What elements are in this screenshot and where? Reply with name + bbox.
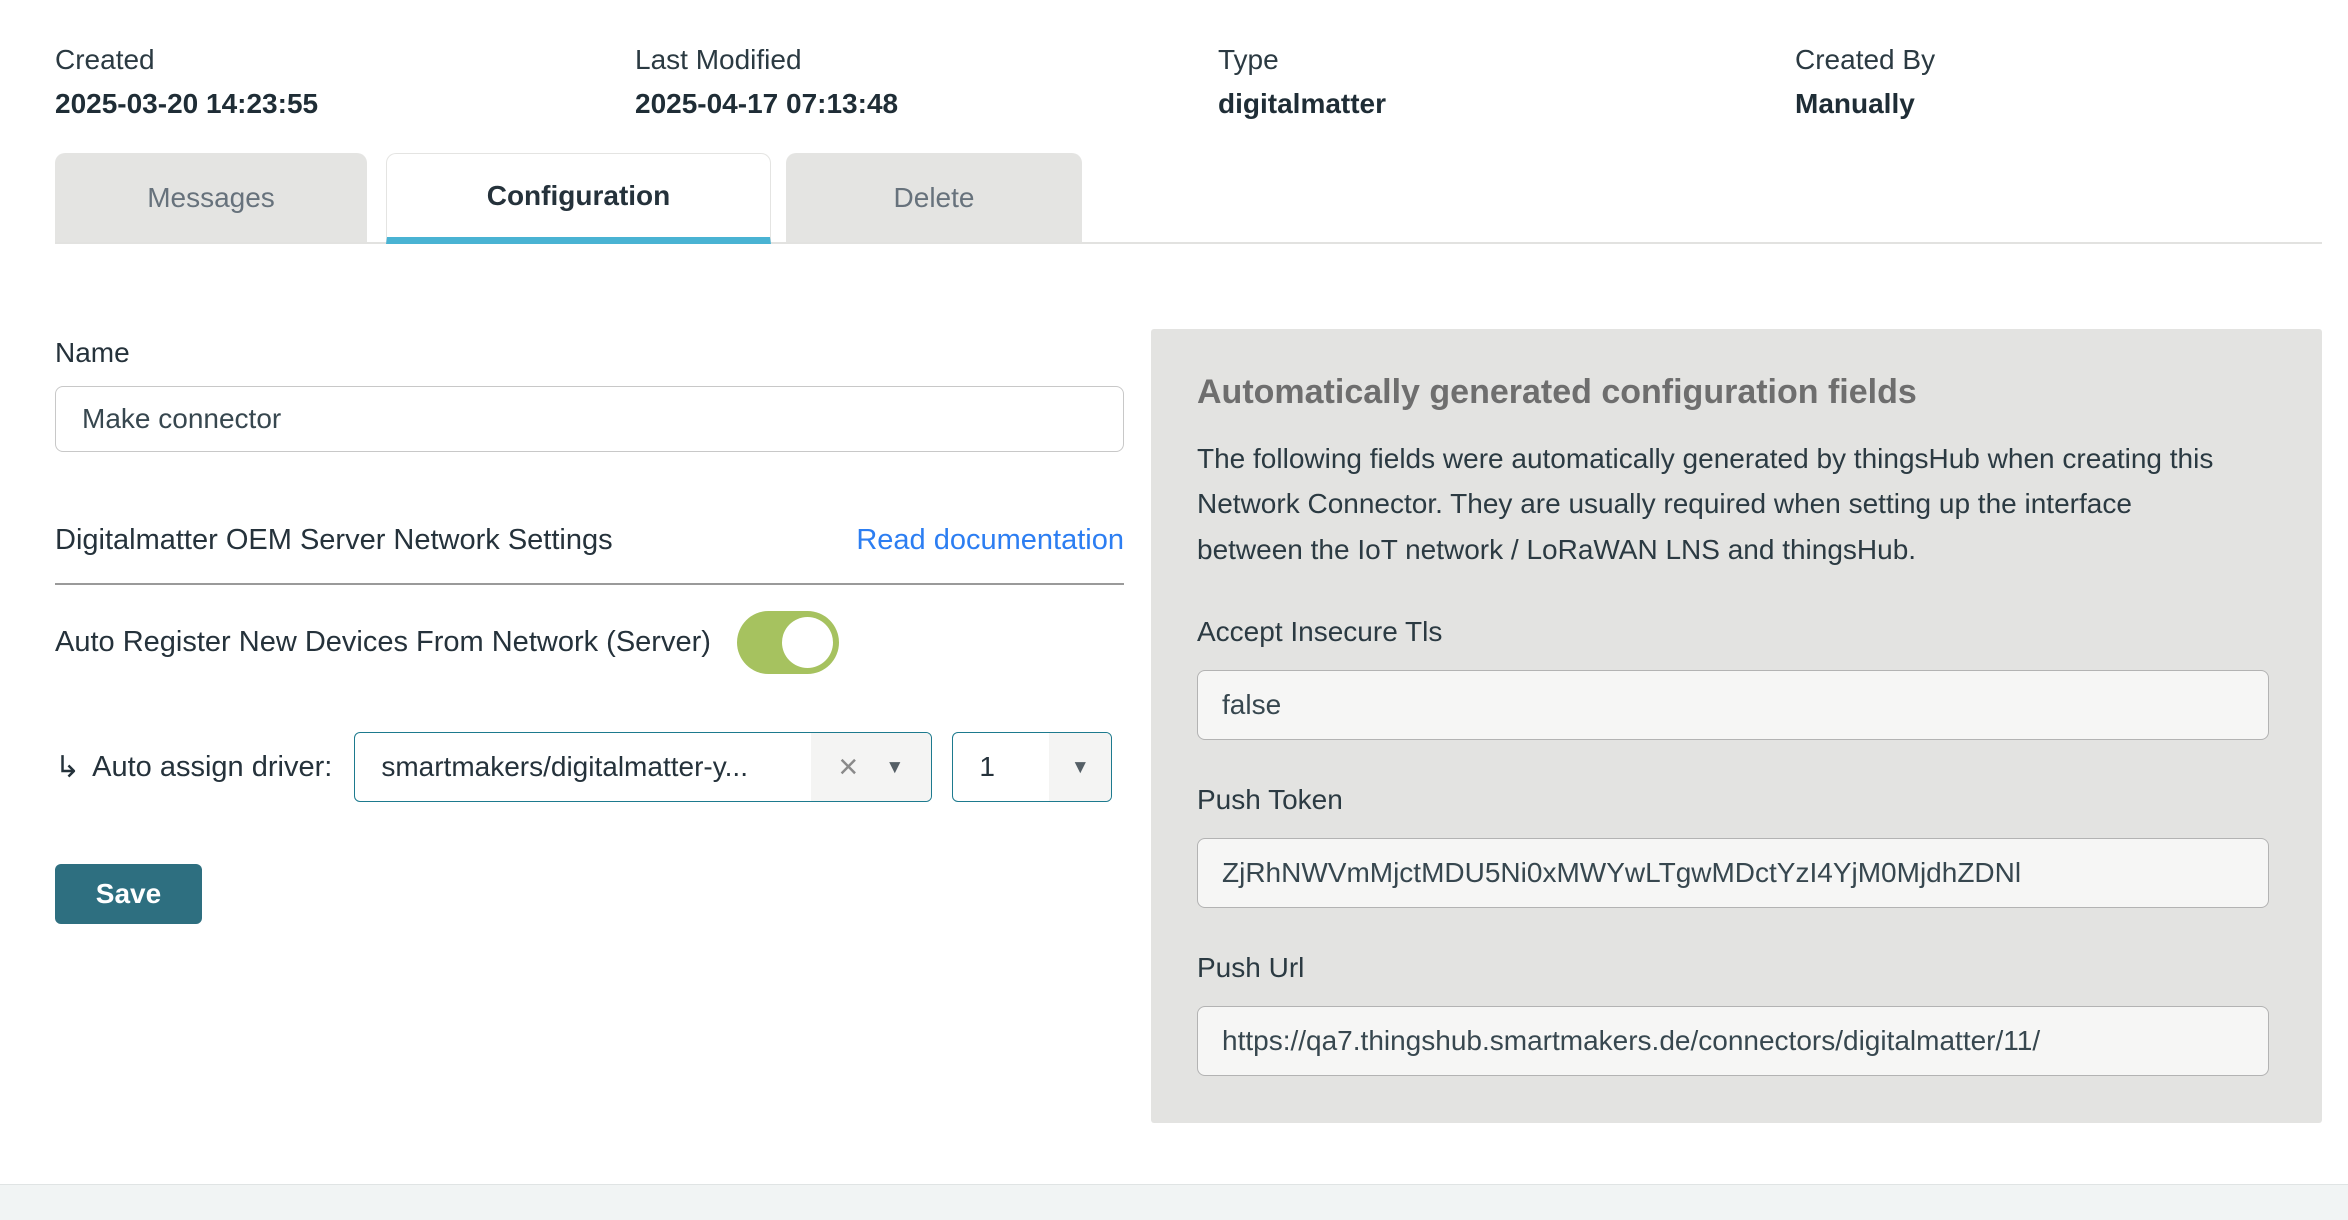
metadata-row: Created 2025-03-20 14:23:55 Last Modifie… — [55, 44, 2322, 120]
accept-insecure-tls-input[interactable] — [1197, 670, 2269, 740]
driver-version-value: 1 — [953, 733, 1049, 801]
meta-created: Created 2025-03-20 14:23:55 — [55, 44, 635, 120]
chevron-down-icon[interactable]: ▼ — [885, 758, 904, 777]
configuration-form: Name Digitalmatter OEM Server Network Se… — [55, 337, 1124, 924]
section-divider — [55, 583, 1124, 585]
tab-messages-label: Messages — [147, 182, 275, 214]
auto-register-row: Auto Register New Devices From Network (… — [55, 611, 1124, 674]
network-settings-title: Digitalmatter OEM Server Network Setting… — [55, 524, 613, 557]
auto-generated-panel-description: The following fields were automatically … — [1197, 436, 2237, 572]
tab-delete[interactable]: Delete — [786, 153, 1082, 242]
meta-created-by: Created By Manually — [1795, 44, 2322, 120]
driver-select-controls: × ▼ — [811, 733, 931, 801]
type-label: Type — [1218, 44, 1795, 76]
push-url-input[interactable] — [1197, 1006, 2269, 1076]
last-modified-value: 2025-04-17 07:13:48 — [635, 88, 1218, 120]
name-label: Name — [55, 337, 1124, 369]
push-token-field: Push Token — [1197, 784, 2276, 908]
push-url-label: Push Url — [1197, 952, 2276, 984]
type-value: digitalmatter — [1218, 88, 1795, 120]
clear-icon[interactable]: × — [838, 750, 858, 784]
auto-register-toggle[interactable] — [737, 611, 839, 674]
tab-configuration[interactable]: Configuration — [386, 153, 771, 244]
created-label: Created — [55, 44, 635, 76]
tab-configuration-label: Configuration — [487, 180, 671, 212]
tab-bar: Messages Configuration Delete — [55, 153, 2322, 244]
accept-insecure-tls-label: Accept Insecure Tls — [1197, 616, 2276, 648]
meta-type: Type digitalmatter — [1218, 44, 1795, 120]
auto-register-label: Auto Register New Devices From Network (… — [55, 626, 711, 659]
push-url-field: Push Url — [1197, 952, 2276, 1076]
name-input[interactable] — [55, 386, 1124, 452]
driver-select[interactable]: smartmakers/digitalmatter-y... × ▼ — [354, 732, 932, 802]
created-by-label: Created By — [1795, 44, 2322, 76]
auto-generated-panel-title: Automatically generated configuration fi… — [1197, 373, 2276, 412]
branch-arrow-icon: ↳ — [55, 750, 80, 785]
auto-assign-driver-label: ↳ Auto assign driver: — [55, 750, 332, 785]
chevron-down-icon[interactable]: ▼ — [1071, 758, 1090, 777]
push-token-label: Push Token — [1197, 784, 2276, 816]
network-settings-section-header: Digitalmatter OEM Server Network Setting… — [55, 524, 1124, 557]
tab-messages[interactable]: Messages — [55, 153, 367, 242]
created-by-value: Manually — [1795, 88, 2322, 120]
auto-assign-driver-label-text: Auto assign driver: — [92, 751, 332, 784]
auto-generated-panel: Automatically generated configuration fi… — [1151, 329, 2322, 1123]
driver-select-value: smartmakers/digitalmatter-y... — [355, 733, 811, 801]
meta-last-modified: Last Modified 2025-04-17 07:13:48 — [635, 44, 1218, 120]
read-documentation-link[interactable]: Read documentation — [856, 524, 1124, 557]
created-value: 2025-03-20 14:23:55 — [55, 88, 635, 120]
last-modified-label: Last Modified — [635, 44, 1218, 76]
push-token-input[interactable] — [1197, 838, 2269, 908]
driver-version-select[interactable]: 1 ▼ — [952, 732, 1112, 802]
accept-insecure-tls-field: Accept Insecure Tls — [1197, 616, 2276, 740]
toggle-knob — [782, 617, 833, 668]
driver-version-controls: ▼ — [1049, 733, 1111, 801]
footer-bar — [0, 1184, 2348, 1220]
save-button[interactable]: Save — [55, 864, 202, 924]
tab-delete-label: Delete — [894, 182, 975, 214]
auto-assign-driver-row: ↳ Auto assign driver: smartmakers/digita… — [55, 732, 1124, 802]
